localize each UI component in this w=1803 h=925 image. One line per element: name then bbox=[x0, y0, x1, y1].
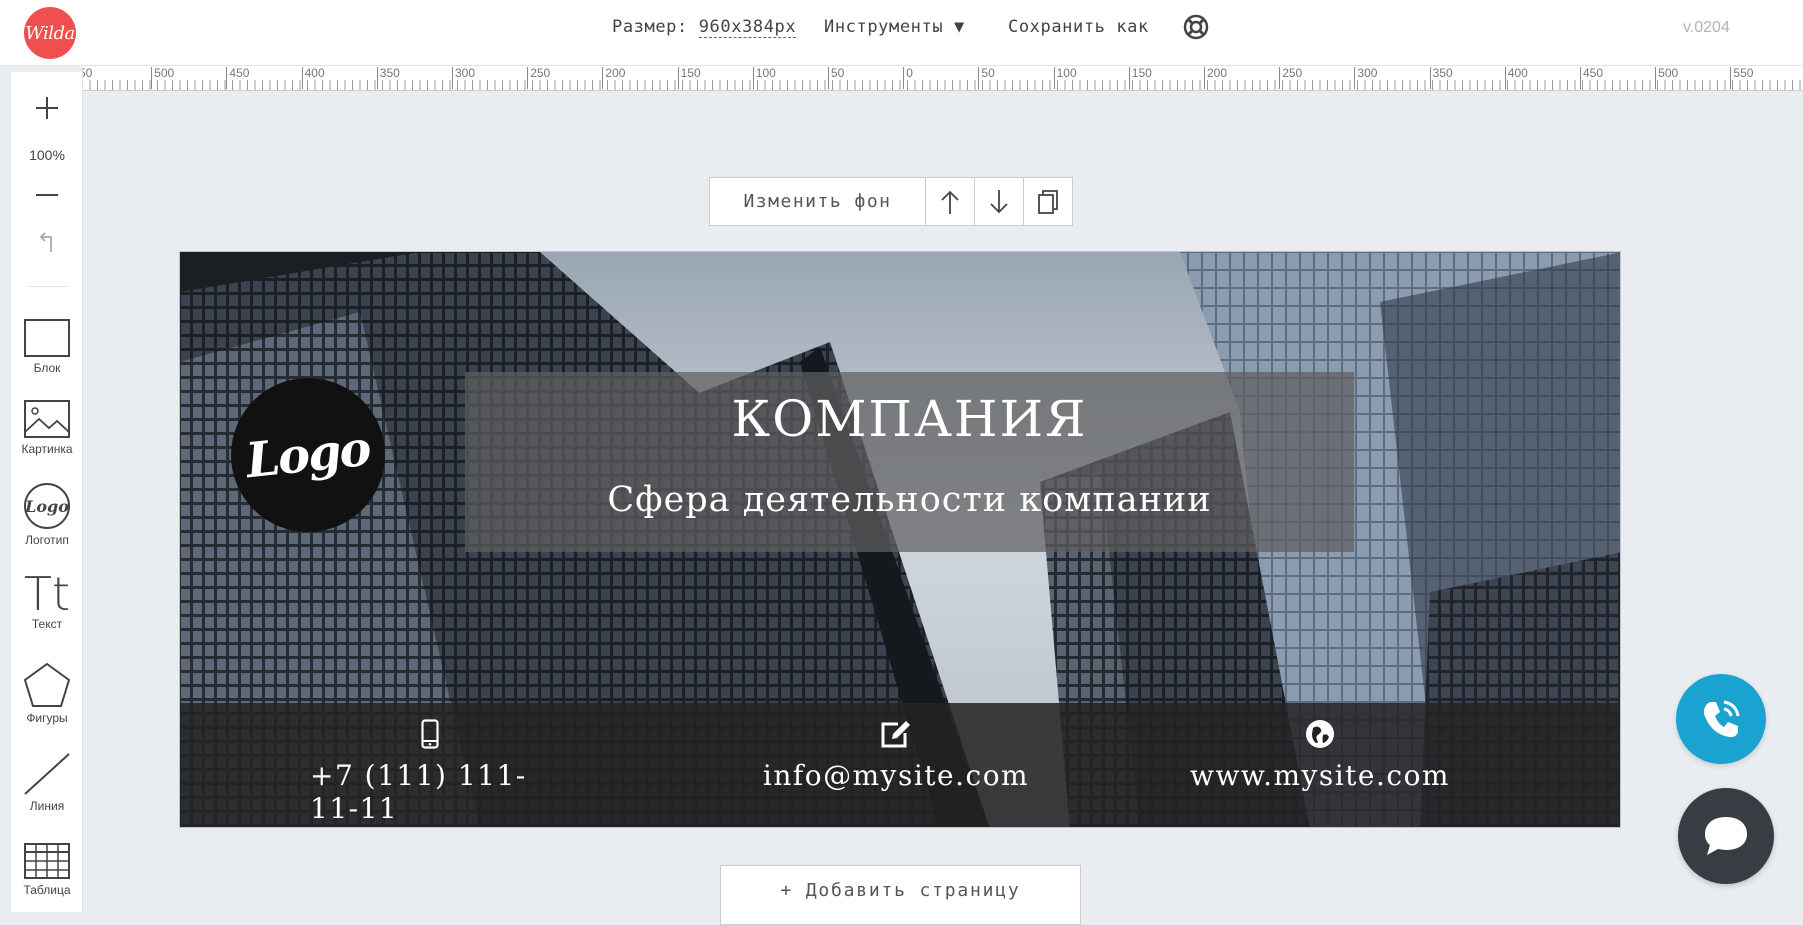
chat-widget-button[interactable] bbox=[1678, 788, 1774, 884]
app-version: v.0204 bbox=[1683, 19, 1730, 36]
duplicate-button[interactable] bbox=[1024, 177, 1073, 226]
ruler-tick-label: 350 bbox=[376, 67, 400, 89]
contact-strip[interactable]: +7 (111) 111-11-11 info@mysite.com www.m… bbox=[180, 703, 1620, 827]
copy-icon bbox=[1038, 189, 1058, 214]
company-logo-text: Logo bbox=[243, 420, 373, 490]
arrow-down-icon bbox=[990, 189, 1008, 213]
tools-menu[interactable]: Инструменты ▼ bbox=[824, 17, 965, 37]
tool-label: Таблица bbox=[23, 883, 71, 897]
contact-email[interactable]: info@mysite.com bbox=[756, 703, 1036, 827]
text-icon: Tt bbox=[24, 570, 70, 614]
tool-logo[interactable]: Logo Логотип bbox=[11, 482, 83, 547]
globe-icon bbox=[1306, 720, 1334, 748]
app-logo-text: Wilda bbox=[25, 22, 75, 44]
line-icon bbox=[24, 753, 70, 795]
canvas-size: Размер: 960x384px bbox=[612, 17, 797, 38]
block-toolbar: Изменить фон bbox=[709, 177, 1073, 226]
ruler-tick-label: 250 bbox=[1279, 67, 1302, 89]
tool-shapes[interactable]: Фигуры bbox=[11, 662, 83, 725]
undo-button[interactable] bbox=[11, 228, 83, 254]
ruler-tick-label: 50 bbox=[828, 67, 844, 89]
ruler-tick-label: 150 bbox=[1128, 67, 1152, 89]
undo-icon bbox=[39, 232, 52, 252]
ruler-tick-label: 400 bbox=[301, 67, 325, 89]
image-icon bbox=[24, 400, 70, 438]
add-page-button[interactable]: + Добавить страницу bbox=[720, 865, 1081, 925]
ruler-tick-label: 100 bbox=[752, 67, 776, 89]
size-value[interactable]: 960x384px bbox=[698, 17, 797, 38]
edit-icon bbox=[881, 721, 910, 748]
tool-line[interactable]: Линия bbox=[11, 752, 83, 813]
ruler-tick-label: 550 bbox=[1730, 67, 1753, 89]
ruler-tick-label: 200 bbox=[602, 67, 625, 89]
contact-email-text: info@mysite.com bbox=[762, 759, 1030, 792]
rectangle-icon bbox=[24, 319, 70, 357]
zoom-level: 100% bbox=[29, 147, 65, 163]
ruler-tick-label: 300 bbox=[1354, 67, 1377, 89]
ruler-tick-label: 50 bbox=[978, 67, 995, 89]
text-icon-glyph: Tt bbox=[24, 570, 70, 614]
tool-table[interactable]: Таблица bbox=[11, 842, 83, 897]
ruler-tick-label: 200 bbox=[1204, 67, 1227, 89]
tool-label: Фигуры bbox=[26, 711, 68, 725]
company-subtitle[interactable]: Сфера деятельности компании bbox=[465, 480, 1354, 520]
title-panel[interactable]: КОМПАНИЯ Сфера деятельности компании bbox=[465, 372, 1354, 552]
contact-phone[interactable]: +7 (111) 111-11-11 bbox=[310, 703, 550, 827]
tool-label: Логотип bbox=[25, 533, 69, 547]
top-bar: Wilda Размер: 960x384px Инструменты ▼ Со… bbox=[0, 0, 1803, 66]
lifebuoy-icon[interactable] bbox=[1183, 14, 1209, 40]
tool-label: Блок bbox=[33, 361, 61, 375]
contact-website-text: www.mysite.com bbox=[1190, 759, 1450, 792]
tool-label: Картинка bbox=[21, 442, 73, 456]
chat-bubble-icon bbox=[1705, 817, 1747, 855]
tool-label: Текст bbox=[31, 617, 63, 631]
zoom-in-button[interactable] bbox=[11, 94, 83, 122]
zoom-out-button[interactable] bbox=[11, 185, 83, 205]
mobile-phone-icon bbox=[421, 719, 439, 749]
contact-website[interactable]: www.mysite.com bbox=[1180, 703, 1460, 827]
ruler-tick-label: 150 bbox=[677, 67, 701, 89]
save-as-button[interactable]: Сохранить как bbox=[1008, 17, 1149, 37]
change-background-button[interactable]: Изменить фон bbox=[709, 177, 926, 226]
size-label: Размер: bbox=[612, 17, 688, 37]
toolbar-divider bbox=[27, 286, 67, 287]
ruler-tick-label: 50 bbox=[82, 67, 92, 89]
table-icon bbox=[24, 843, 70, 879]
logo-icon: Logo bbox=[24, 483, 70, 529]
plus-icon bbox=[36, 97, 58, 119]
tool-image[interactable]: Картинка bbox=[11, 399, 83, 456]
banner-canvas[interactable]: КОМПАНИЯ Сфера деятельности компании Log… bbox=[179, 251, 1621, 828]
tool-label: Линия bbox=[29, 799, 65, 813]
pentagon-icon bbox=[23, 662, 71, 707]
ruler-tick-label: 450 bbox=[1580, 67, 1603, 89]
callback-widget-button[interactable] bbox=[1676, 674, 1766, 764]
ruler-tick-label: 450 bbox=[226, 67, 249, 89]
ruler-tick-label: 350 bbox=[1429, 67, 1453, 89]
ruler-tick-label: 500 bbox=[1655, 67, 1678, 89]
tool-text[interactable]: Tt Текст bbox=[11, 570, 83, 631]
app-logo[interactable]: Wilda bbox=[24, 7, 76, 59]
ruler-tick-label: 300 bbox=[452, 67, 475, 89]
horizontal-ruler: 5050045040035030025020015010050050100150… bbox=[82, 66, 1803, 91]
ruler-tick-label: 100 bbox=[1053, 67, 1077, 89]
ruler-tick-label: 500 bbox=[151, 67, 174, 89]
tool-block[interactable]: Блок bbox=[11, 318, 83, 375]
company-title[interactable]: КОМПАНИЯ bbox=[465, 390, 1354, 448]
company-logo[interactable]: Logo bbox=[231, 378, 385, 532]
minus-icon bbox=[36, 194, 58, 196]
ruler-tick-label: 400 bbox=[1504, 67, 1528, 89]
phone-call-icon bbox=[1703, 700, 1740, 738]
ruler-tick-label: 0 bbox=[903, 67, 913, 89]
contact-phone-text: +7 (111) 111-11-11 bbox=[310, 759, 527, 825]
move-down-button[interactable] bbox=[975, 177, 1024, 226]
logo-icon-text: Logo bbox=[24, 497, 69, 516]
arrow-up-icon bbox=[941, 190, 959, 214]
ruler-tick-label: 250 bbox=[527, 67, 550, 89]
left-toolbar: 100% Блок Картинка Logo Логотип Tt Текст… bbox=[11, 72, 83, 912]
move-up-button[interactable] bbox=[926, 177, 975, 226]
